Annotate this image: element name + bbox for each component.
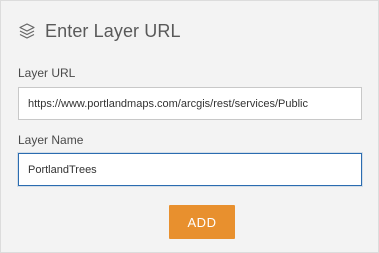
panel-header: Enter Layer URL xyxy=(18,19,181,43)
layer-url-label: Layer URL xyxy=(18,66,76,80)
add-button[interactable]: ADD xyxy=(169,205,235,239)
layer-name-input[interactable] xyxy=(18,153,362,186)
add-layer-panel: Enter Layer URL Layer URL Layer Name ADD xyxy=(0,0,379,253)
panel-title: Enter Layer URL xyxy=(45,20,181,41)
layer-name-label: Layer Name xyxy=(18,133,84,147)
layer-url-input[interactable] xyxy=(18,87,362,120)
layers-icon xyxy=(18,22,36,40)
